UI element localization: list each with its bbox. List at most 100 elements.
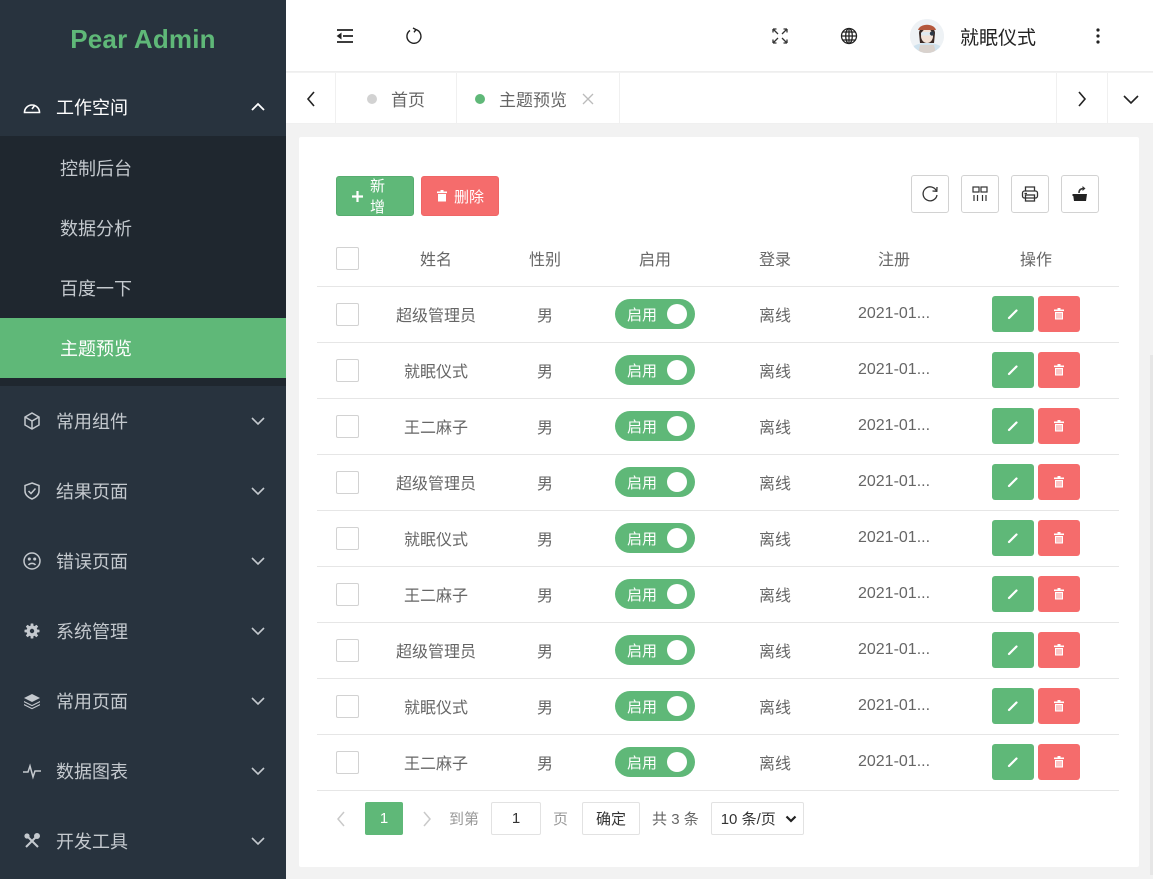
refresh-icon — [922, 186, 938, 202]
row-checkbox[interactable] — [335, 750, 359, 774]
chevron-up-icon — [251, 102, 265, 111]
delete-row-button[interactable] — [1038, 632, 1080, 668]
edit-button[interactable] — [992, 688, 1034, 724]
cell-register: 2021-01... — [835, 509, 953, 566]
row-checkbox[interactable] — [335, 470, 359, 494]
page-number-current[interactable]: 1 — [365, 802, 403, 835]
sidebar-item-analysis[interactable]: 数据分析 — [0, 198, 286, 258]
goto-confirm-button[interactable]: 确定 — [582, 802, 641, 835]
trash-icon — [1054, 644, 1064, 656]
delete-row-button[interactable] — [1038, 688, 1080, 724]
menu-item-system[interactable]: 系统管理 — [0, 596, 286, 666]
row-checkbox[interactable] — [335, 582, 359, 606]
menu-item-workspace[interactable]: 工作空间 — [0, 78, 286, 136]
username: 就眠仪式 — [960, 27, 1037, 49]
table-refresh-button[interactable] — [911, 175, 949, 213]
sidebar-item-baidu[interactable]: 百度一下 — [0, 258, 286, 318]
add-button[interactable]: 新增 — [336, 176, 414, 216]
select-all-checkbox[interactable] — [335, 246, 359, 270]
enabled-toggle[interactable]: 启用 — [615, 411, 695, 441]
chevron-down-icon — [785, 815, 796, 823]
register-date: 2021-01... — [857, 640, 931, 658]
refresh-icon — [406, 27, 422, 44]
language-button[interactable] — [831, 18, 867, 54]
menu-item-components[interactable]: 常用组件 — [0, 386, 286, 456]
delete-row-button[interactable] — [1038, 520, 1080, 556]
tab-home[interactable]: 首页 — [337, 73, 457, 124]
menu-collapse-button[interactable] — [327, 18, 363, 54]
columns-filter-button[interactable] — [961, 175, 999, 213]
delete-row-button[interactable] — [1038, 408, 1080, 444]
menu-item-results[interactable]: 结果页面 — [0, 456, 286, 526]
user-menu[interactable]: 就眠仪式 — [910, 14, 1036, 58]
edit-button[interactable] — [992, 352, 1034, 388]
edit-button[interactable] — [992, 296, 1034, 332]
row-checkbox[interactable] — [335, 358, 359, 382]
column-header-gender[interactable]: 性别 — [495, 231, 595, 286]
delete-row-button[interactable] — [1038, 296, 1080, 332]
edit-button[interactable] — [992, 464, 1034, 500]
register-date: 2021-01... — [857, 304, 931, 322]
more-button[interactable] — [1080, 18, 1116, 54]
enabled-toggle[interactable]: 启用 — [615, 635, 695, 665]
export-button[interactable] — [1061, 175, 1099, 213]
menu-item-label: 常用组件 — [56, 412, 128, 432]
enabled-toggle[interactable]: 启用 — [615, 579, 695, 609]
column-header-name[interactable]: 姓名 — [377, 231, 495, 286]
row-checkbox[interactable] — [335, 414, 359, 438]
page-size-select[interactable]: 10 条/页 — [710, 802, 804, 835]
edit-button[interactable] — [992, 408, 1034, 444]
tab-theme-preview[interactable]: 主题预览 — [457, 73, 620, 124]
row-select-cell — [317, 677, 377, 734]
column-header-login[interactable]: 登录 — [715, 231, 835, 286]
cell-login: 离线 — [715, 453, 835, 510]
delete-row-button[interactable] — [1038, 744, 1080, 780]
table-row: 王二麻子男 启用 离线 2021-01... — [317, 565, 1119, 622]
edit-button[interactable] — [992, 744, 1034, 780]
batch-delete-button[interactable]: 删除 — [421, 176, 499, 216]
edit-button[interactable] — [992, 576, 1034, 612]
delete-row-button[interactable] — [1038, 464, 1080, 500]
tab-scroll-left-button[interactable] — [286, 73, 336, 124]
menu-item-errors[interactable]: 错误页面 — [0, 526, 286, 596]
edit-button[interactable] — [992, 632, 1034, 668]
add-button-label: 新增 — [370, 178, 386, 216]
enabled-toggle[interactable]: 启用 — [615, 691, 695, 721]
enabled-toggle[interactable]: 启用 — [615, 523, 695, 553]
menu-item-charts[interactable]: 数据图表 — [0, 736, 286, 806]
print-button[interactable] — [1011, 175, 1049, 213]
tab-menu-button[interactable] — [1107, 73, 1153, 124]
menu-item-dev-tools[interactable]: 开发工具 — [0, 806, 286, 876]
row-checkbox[interactable] — [335, 526, 359, 550]
prev-page-button[interactable] — [331, 802, 351, 835]
refresh-button[interactable] — [396, 18, 432, 54]
sidebar-item-theme-preview[interactable]: 主题预览 — [0, 318, 286, 378]
row-checkbox[interactable] — [335, 694, 359, 718]
row-checkbox[interactable] — [335, 638, 359, 662]
column-header-enabled[interactable]: 启用 — [595, 231, 715, 286]
column-header-register[interactable]: 注册 — [835, 231, 953, 286]
enabled-toggle[interactable]: 启用 — [615, 747, 695, 777]
delete-row-button[interactable] — [1038, 576, 1080, 612]
submenu-workspace: 控制后台 数据分析 百度一下 主题预览 — [0, 136, 286, 386]
enabled-toggle[interactable]: 启用 — [615, 299, 695, 329]
goto-page-input[interactable] — [491, 802, 542, 835]
enabled-toggle[interactable]: 启用 — [615, 355, 695, 385]
fullscreen-button[interactable] — [762, 18, 798, 54]
user-avatar[interactable] — [910, 19, 944, 53]
tab-label: 首页 — [391, 91, 425, 110]
menu-item-common-pages[interactable]: 常用页面 — [0, 666, 286, 736]
sidebar: Pear Admin 工作空间 控制后台 数据分析 百度一下 主题预览 常用组件… — [0, 0, 286, 879]
row-checkbox[interactable] — [335, 302, 359, 326]
sidebar-item-console[interactable]: 控制后台 — [0, 138, 286, 198]
toggle-label: 启用 — [627, 754, 658, 772]
menu-item-label: 工作空间 — [56, 98, 128, 118]
pencil-icon — [1007, 309, 1018, 320]
goto-label: 到第 — [449, 811, 480, 828]
close-icon[interactable] — [581, 92, 595, 106]
edit-button[interactable] — [992, 520, 1034, 556]
tab-scroll-right-button[interactable] — [1056, 73, 1107, 124]
enabled-toggle[interactable]: 启用 — [615, 467, 695, 497]
next-page-button[interactable] — [417, 802, 437, 835]
delete-row-button[interactable] — [1038, 352, 1080, 388]
